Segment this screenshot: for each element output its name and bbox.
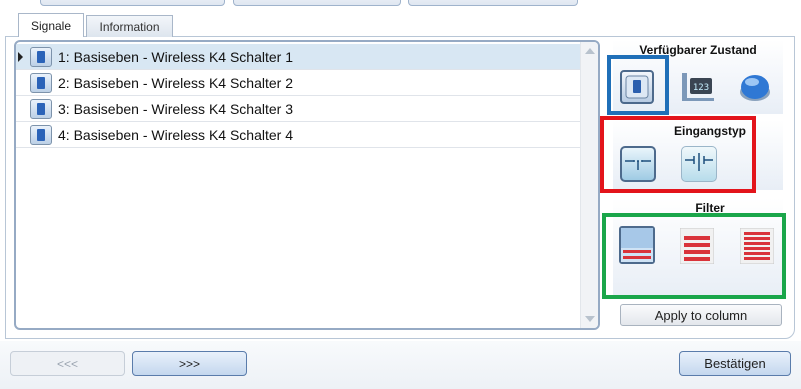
signal-label: 1: Basiseben - Wireless K4 Schalter 1 (58, 48, 293, 65)
top-button-1[interactable] (40, 0, 225, 6)
signal-row[interactable]: 2: Basiseben - Wireless K4 Schalter 2 (16, 70, 582, 96)
signal-row[interactable]: 1: Basiseben - Wireless K4 Schalter 1 (16, 44, 582, 70)
switch-icon (30, 124, 52, 145)
signal-row[interactable]: 3: Basiseben - Wireless K4 Schalter 3 (16, 96, 582, 122)
tab-information[interactable]: Information (86, 15, 173, 37)
switch-state-icon[interactable] (620, 70, 654, 104)
filter-blue-icon[interactable] (619, 226, 655, 264)
display-value-icon[interactable]: 123 (680, 70, 714, 104)
top-button-2[interactable] (233, 0, 401, 6)
confirm-button[interactable]: Bestätigen (679, 351, 791, 376)
push-button-icon[interactable] (738, 72, 772, 106)
signal-label: 2: Basiseben - Wireless K4 Schalter 2 (58, 74, 293, 91)
svg-text:123: 123 (693, 83, 709, 93)
signal-label: 4: Basiseben - Wireless K4 Schalter 4 (58, 126, 293, 143)
current-row-marker-icon (18, 52, 23, 62)
normally-open-contact-icon[interactable] (620, 146, 656, 182)
signal-row[interactable]: 4: Basiseben - Wireless K4 Schalter 4 (16, 122, 582, 148)
scroll-down-icon[interactable] (585, 316, 595, 322)
normally-closed-contact-icon[interactable] (681, 146, 717, 182)
switch-icon (30, 98, 52, 119)
filter-red-dense-icon[interactable] (739, 227, 775, 265)
signals-list[interactable]: 1: Basiseben - Wireless K4 Schalter 1 2:… (14, 40, 600, 330)
previous-button[interactable]: <<< (10, 351, 125, 376)
filter-red-icon[interactable] (679, 227, 715, 265)
switch-icon (30, 72, 52, 93)
switch-icon (30, 46, 52, 67)
apply-to-column-button[interactable]: Apply to column (620, 304, 782, 326)
scroll-up-icon[interactable] (585, 48, 595, 54)
next-button[interactable]: >>> (132, 351, 247, 376)
top-button-3[interactable] (408, 0, 578, 6)
signal-label: 3: Basiseben - Wireless K4 Schalter 3 (58, 100, 293, 117)
tab-signale[interactable]: Signale (18, 13, 84, 37)
list-scrollbar[interactable] (580, 42, 598, 328)
